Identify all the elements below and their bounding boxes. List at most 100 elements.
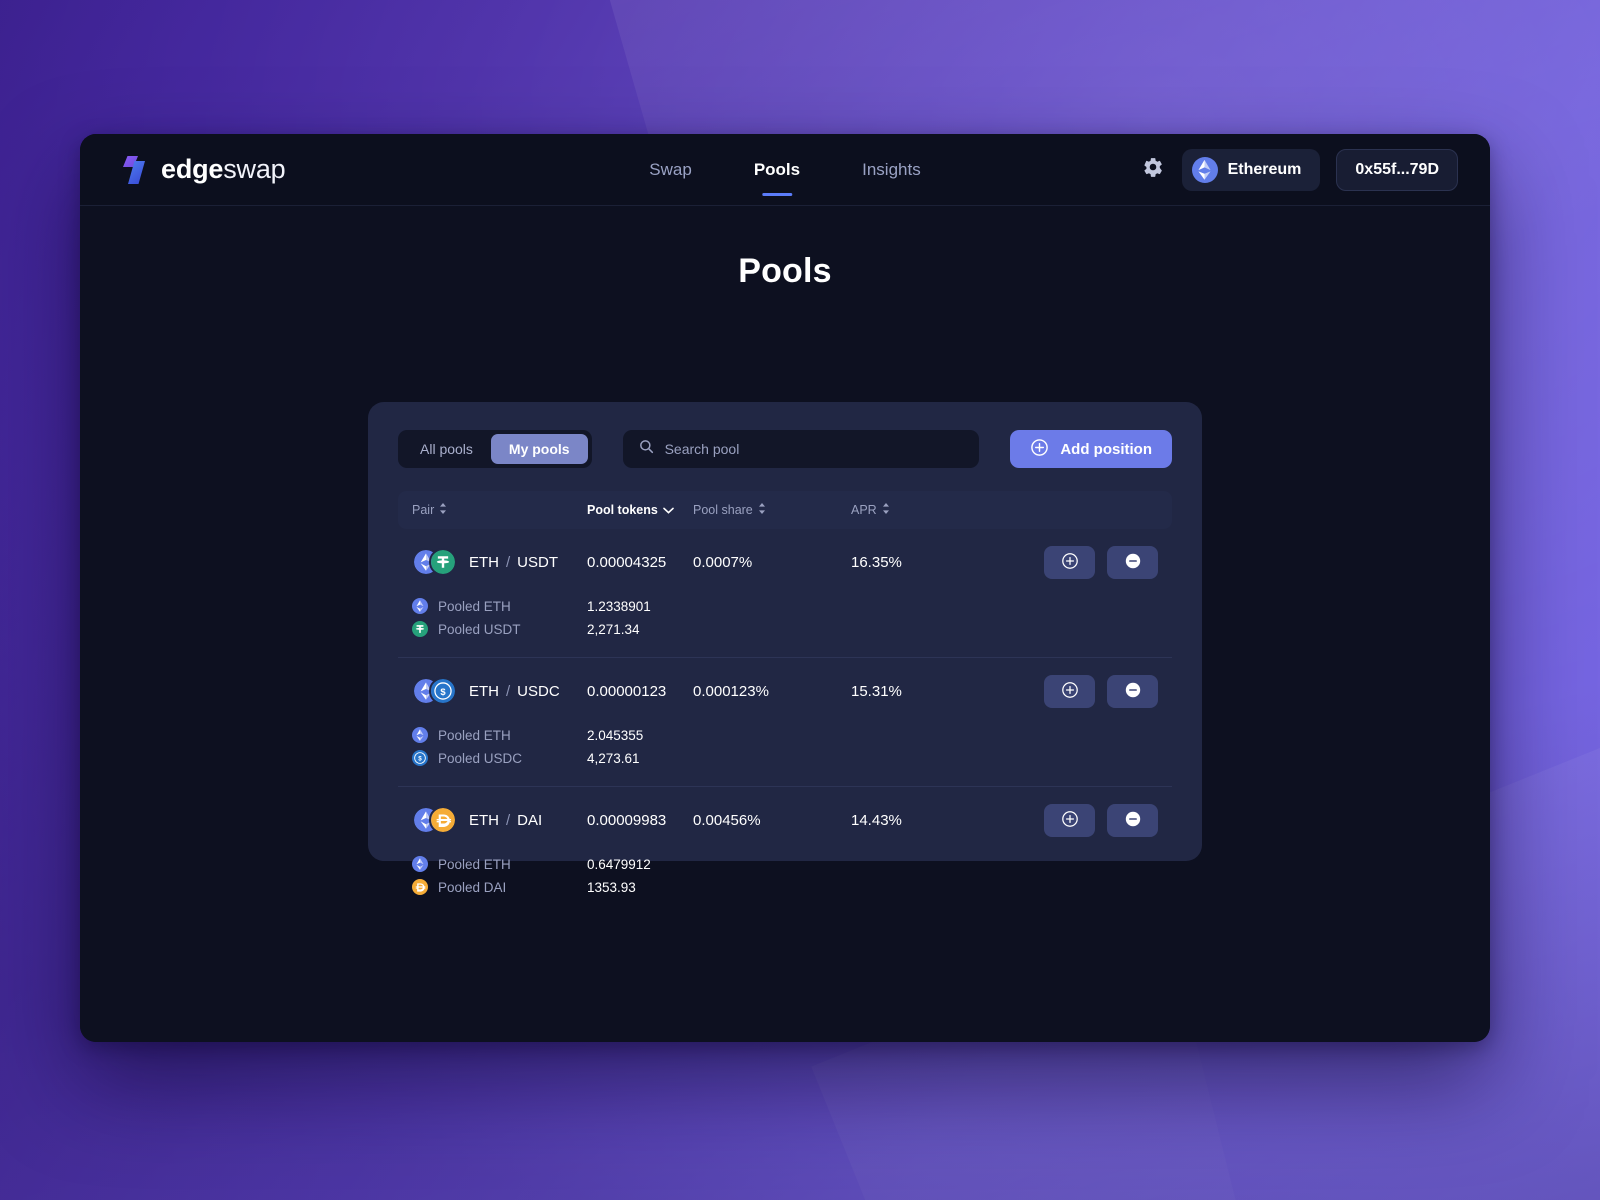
pooled-balance-row: Pooled ETH 2.045355 xyxy=(412,724,1158,746)
ethereum-icon xyxy=(1191,156,1218,183)
column-header-apr[interactable]: APR xyxy=(851,503,1001,517)
remove-liquidity-button[interactable] xyxy=(1107,803,1158,837)
minus-circle-filled-icon xyxy=(1124,810,1142,831)
pair-token-icons xyxy=(412,806,457,834)
add-liquidity-button[interactable] xyxy=(1044,545,1095,579)
add-liquidity-button[interactable] xyxy=(1044,803,1095,837)
pool-pair-cell: $ ETH / USDC xyxy=(412,677,587,705)
pair-quote-symbol: USDT xyxy=(517,553,559,571)
pooled-balance-value: 2,271.34 xyxy=(587,621,640,637)
table-row[interactable]: ETH / DAI 0.00009983 0.00456% 14.43% xyxy=(412,787,1158,853)
pool-actions xyxy=(1001,803,1158,837)
page-title: Pools xyxy=(738,252,832,290)
pooled-balance-row: Pooled DAI 1353.93 xyxy=(412,876,1158,898)
pooled-balance-row: Pooled ETH 0.6479912 xyxy=(412,853,1158,875)
pooled-balance-label: Pooled ETH xyxy=(438,727,511,743)
table-row[interactable]: ETH / USDT 0.00004325 0.0007% 16.35% xyxy=(412,529,1158,595)
pool-actions xyxy=(1001,674,1158,708)
pool-filter-toggle: All pools My pools xyxy=(398,430,592,468)
nav-item-swap[interactable]: Swap xyxy=(649,134,692,205)
brand-logo[interactable]: edgeswap xyxy=(118,154,286,186)
pooled-balance-value: 2.045355 xyxy=(587,727,644,743)
desktop-backdrop: edgeswap Swap Pools Insights Ethereum 0x… xyxy=(0,0,1600,1200)
gear-icon xyxy=(1142,156,1164,183)
pool-actions xyxy=(1001,545,1158,579)
dai-icon xyxy=(429,806,457,834)
column-label-apr: APR xyxy=(851,503,877,517)
pool-row-group: ETH / DAI 0.00009983 0.00456% 14.43% Pooled ET… xyxy=(398,786,1172,915)
pool-row-group: $ ETH / USDC 0.00000123 0.000123% 15.31% Pooled… xyxy=(398,657,1172,786)
pooled-balance-value: 1.2338901 xyxy=(587,598,651,614)
svg-text:$: $ xyxy=(418,756,422,763)
remove-liquidity-button[interactable] xyxy=(1107,545,1158,579)
column-header-pool-share[interactable]: Pool share xyxy=(693,503,851,517)
pool-pair-cell: ETH / USDT xyxy=(412,548,587,576)
pair-quote-symbol: DAI xyxy=(517,811,543,829)
svg-text:$: $ xyxy=(440,686,446,697)
sort-arrows-icon xyxy=(758,503,766,517)
nav-item-insights[interactable]: Insights xyxy=(862,134,921,205)
pool-share-value: 0.00456% xyxy=(693,811,761,829)
row-spacer xyxy=(412,899,1158,915)
app-window: edgeswap Swap Pools Insights Ethereum 0x… xyxy=(80,134,1490,1042)
filter-my-pools[interactable]: My pools xyxy=(490,434,588,464)
column-header-pool-tokens[interactable]: Pool tokens xyxy=(587,503,693,517)
column-header-pair[interactable]: Pair xyxy=(412,503,587,517)
pair-separator: / xyxy=(506,682,511,700)
pair-base-symbol: ETH xyxy=(469,553,499,571)
column-label-pool-share: Pool share xyxy=(693,503,753,517)
remove-liquidity-button[interactable] xyxy=(1107,674,1158,708)
pooled-balance-value: 1353.93 xyxy=(587,879,636,895)
plus-circle-outline-icon xyxy=(1061,681,1079,702)
nav-item-pools[interactable]: Pools xyxy=(754,134,800,205)
ethereum-icon xyxy=(412,727,428,743)
pooled-balance-label: Pooled ETH xyxy=(438,598,511,614)
plus-circle-outline-icon xyxy=(1061,552,1079,573)
table-row[interactable]: $ ETH / USDC 0.00000123 0.000123% 15.31% xyxy=(412,658,1158,724)
table-header: Pair Pool tokens Pool share APR xyxy=(398,491,1172,529)
pair-token-icons xyxy=(412,548,457,576)
column-label-pair: Pair xyxy=(412,503,435,517)
sort-arrows-icon xyxy=(882,503,890,517)
pair-token-icons: $ xyxy=(412,677,457,705)
pooled-balance-label-cell: Pooled USDT xyxy=(412,621,587,637)
chevron-down-icon xyxy=(663,503,674,517)
pooled-balance-value: 4,273.61 xyxy=(587,750,640,766)
pooled-balance-row: $ Pooled USDC 4,273.61 xyxy=(412,747,1158,769)
pooled-balance-label-cell: $ Pooled USDC xyxy=(412,750,587,766)
ethereum-icon xyxy=(412,856,428,872)
pair-separator: / xyxy=(506,811,511,829)
wallet-address-button[interactable]: 0x55f...79D xyxy=(1336,148,1458,191)
add-position-label: Add position xyxy=(1060,440,1152,458)
pooled-balance-label: Pooled USDC xyxy=(438,750,523,766)
pool-pair-label: ETH / USDC xyxy=(469,683,560,700)
pool-apr-value: 15.31% xyxy=(851,682,902,700)
pooled-balance-label: Pooled DAI xyxy=(438,879,507,895)
minus-circle-filled-icon xyxy=(1124,552,1142,573)
pair-quote-symbol: USDC xyxy=(517,682,560,700)
pool-pair-cell: ETH / DAI xyxy=(412,806,587,834)
sort-arrows-icon xyxy=(439,503,447,517)
pooled-balance-label: Pooled USDT xyxy=(438,621,521,637)
search-input[interactable]: Search pool xyxy=(622,430,980,468)
pool-tokens-value: 0.00000123 xyxy=(587,682,667,700)
tether-icon xyxy=(412,621,428,637)
search-icon xyxy=(639,439,654,459)
settings-button[interactable] xyxy=(1140,157,1166,183)
pooled-balance-label-cell: Pooled ETH xyxy=(412,727,587,743)
brand-name: edgeswap xyxy=(161,154,286,185)
pooled-balance-row: Pooled USDT 2,271.34 xyxy=(412,618,1158,640)
search-placeholder: Search pool xyxy=(664,441,740,457)
filter-all-pools[interactable]: All pools xyxy=(402,434,491,464)
chain-selector[interactable]: Ethereum xyxy=(1181,148,1321,191)
pool-row-group: ETH / USDT 0.00004325 0.0007% 16.35% Pooled ET… xyxy=(398,529,1172,657)
row-spacer xyxy=(412,641,1158,657)
pools-card: All pools My pools Search pool Add posit… xyxy=(368,402,1202,895)
pool-pair-label: ETH / DAI xyxy=(469,812,542,829)
pair-base-symbol: ETH xyxy=(469,811,499,829)
add-position-button[interactable]: Add position xyxy=(1010,430,1172,468)
edgeswap-logo-icon xyxy=(118,154,148,186)
add-liquidity-button[interactable] xyxy=(1044,674,1095,708)
column-label-pool-tokens: Pool tokens xyxy=(587,503,658,517)
usdc-icon: $ xyxy=(429,677,457,705)
